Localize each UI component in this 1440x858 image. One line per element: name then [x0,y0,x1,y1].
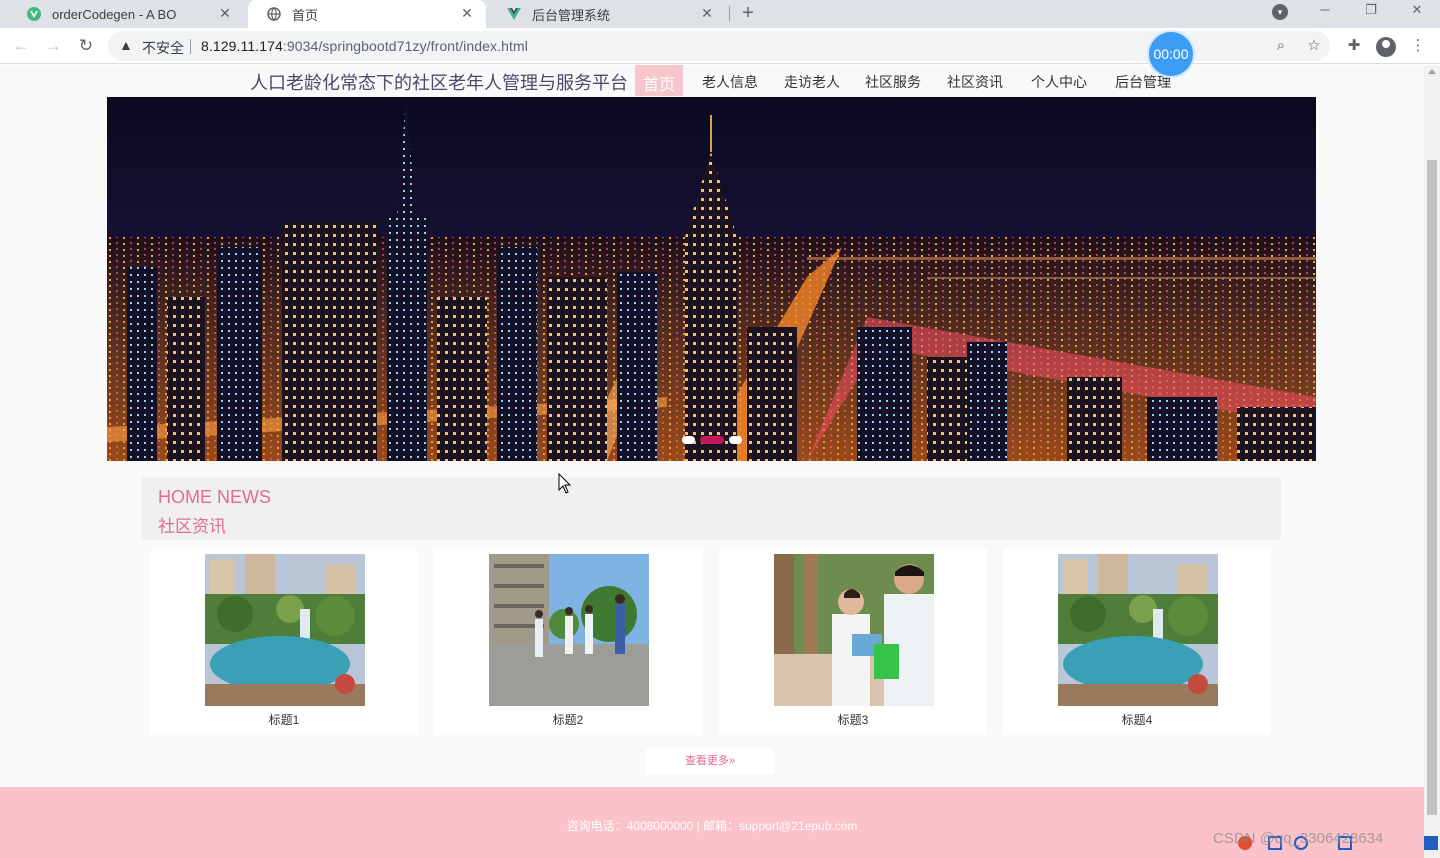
news-title[interactable]: 标题4 [1003,711,1271,728]
close-tab-icon[interactable]: ✕ [216,5,234,22]
tab-title: 首页 [292,7,319,23]
double-chevron-right-icon: » [728,755,736,767]
nav-community-service[interactable]: 社区服务 [865,72,921,92]
news-heading-en: HOME NEWS [158,487,272,507]
news-thumbnail[interactable] [774,554,934,706]
back-icon[interactable]: ← [10,35,32,57]
city-night-image [107,97,1316,461]
mouse-cursor-icon [558,473,572,494]
carousel-dot[interactable] [729,436,742,444]
view-more-label: 查看更多 [684,755,729,767]
omnibox-divider [190,39,191,54]
close-window-icon[interactable]: ✕ [1394,0,1440,28]
scroll-up-arrow-icon[interactable] [1428,69,1436,74]
forward-icon[interactable]: → [42,35,64,57]
menu-icon[interactable]: ⋮ [1407,35,1429,57]
nav-home[interactable]: 首页 [635,65,684,96]
bookmark-star-icon[interactable]: ☆ [1303,35,1325,57]
site-title: 人口老龄化常态下的社区老年人管理与服务平台 [250,73,628,93]
view-more-button[interactable]: 查看更多» [646,748,774,774]
news-thumbnail[interactable] [205,554,365,706]
carousel-dot-active[interactable] [700,436,724,444]
news-title[interactable]: 标题1 [150,711,418,728]
new-tab-icon[interactable]: + [738,2,758,25]
minimize-icon[interactable]: ─ [1302,0,1348,28]
news-section-header: HOME NEWS 社区资讯 [142,477,1281,540]
profile-icon[interactable] [1376,37,1396,57]
page-viewport: 人口老龄化常态下的社区老年人管理与服务平台 首页 老人信息 走访老人 社区服务 … [0,65,1424,858]
news-title[interactable]: 标题3 [719,711,987,728]
globe-icon [266,6,282,22]
nav-community-news[interactable]: 社区资讯 [947,72,1003,92]
tab-title: 后台管理系统 [532,7,611,23]
vue-icon [26,6,42,22]
url-text[interactable]: 8.129.11.174:9034/springbootd71zy/front/… [201,38,528,54]
news-card[interactable]: 标题3 [719,549,987,735]
garden-pond-image [1058,554,1218,706]
tab-title: orderCodegen - A BO [52,6,177,22]
news-heading-cn: 社区资讯 [158,517,226,536]
restore-icon[interactable]: ❐ [1348,0,1394,28]
carousel-indicators [682,436,742,444]
news-card[interactable]: 标题2 [434,549,702,735]
page-scrollbar[interactable] [1424,65,1440,858]
security-label[interactable]: 不安全 [142,38,184,58]
banner-carousel[interactable] [107,97,1316,461]
recording-timer[interactable]: 00:00 [1147,30,1195,78]
news-card[interactable]: 标题4 [1003,549,1271,735]
zoom-icon[interactable]: ⌕ [1270,35,1292,57]
browser-tab-active[interactable]: 首页 ✕ [248,0,486,28]
close-tab-icon[interactable]: ✕ [698,5,716,22]
footer-contact: 咨询电话：4008000000 | 邮箱：support@21epub.com [566,819,858,833]
carousel-dot[interactable] [682,436,695,444]
browser-tab-bar: orderCodegen - A BO ✕ 首页 ✕ 后台管理系统 ✕ + ▾ … [0,0,1440,28]
garden-pond-image [205,554,365,706]
watermark: CSDN @qq_3306428634 [1213,830,1384,847]
browser-toolbar: ← → ↻ ▲ 不安全 8.129.11.174:9034/springboot… [0,28,1440,64]
tab-search-icon[interactable]: ▾ [1272,4,1288,20]
scroll-thumb[interactable] [1427,160,1437,815]
browser-tab[interactable]: orderCodegen - A BO ✕ [8,0,244,28]
url-path: :9034/springbootd71zy/front/index.html [282,38,528,54]
site-footer: 咨询电话：4008000000 | 邮箱：support@21epub.com [0,787,1424,858]
tab-separator [729,6,730,22]
warning-icon[interactable]: ▲ [119,37,133,53]
nav-visit-elderly[interactable]: 走访老人 [784,72,840,92]
url-host: 8.129.11.174 [201,38,283,54]
news-title[interactable]: 标题2 [434,711,702,728]
vue-icon [506,6,522,22]
news-card[interactable]: 标题1 [150,549,418,735]
nav-personal-center[interactable]: 个人中心 [1031,72,1087,92]
nav-elderly-info[interactable]: 老人信息 [702,72,758,92]
volunteers-image [774,554,934,706]
extensions-icon[interactable]: ✚ [1343,35,1365,57]
browser-tab[interactable]: 后台管理系统 ✕ [488,0,726,28]
reload-icon[interactable]: ↻ [75,35,97,57]
site-header: 人口老龄化常态下的社区老年人管理与服务平台 首页 老人信息 走访老人 社区服务 … [0,65,1424,97]
close-tab-icon[interactable]: ✕ [458,5,476,22]
tray-icon[interactable] [1424,836,1438,850]
news-thumbnail[interactable] [489,554,649,706]
people-walking-image [489,554,649,706]
news-thumbnail[interactable] [1058,554,1218,706]
